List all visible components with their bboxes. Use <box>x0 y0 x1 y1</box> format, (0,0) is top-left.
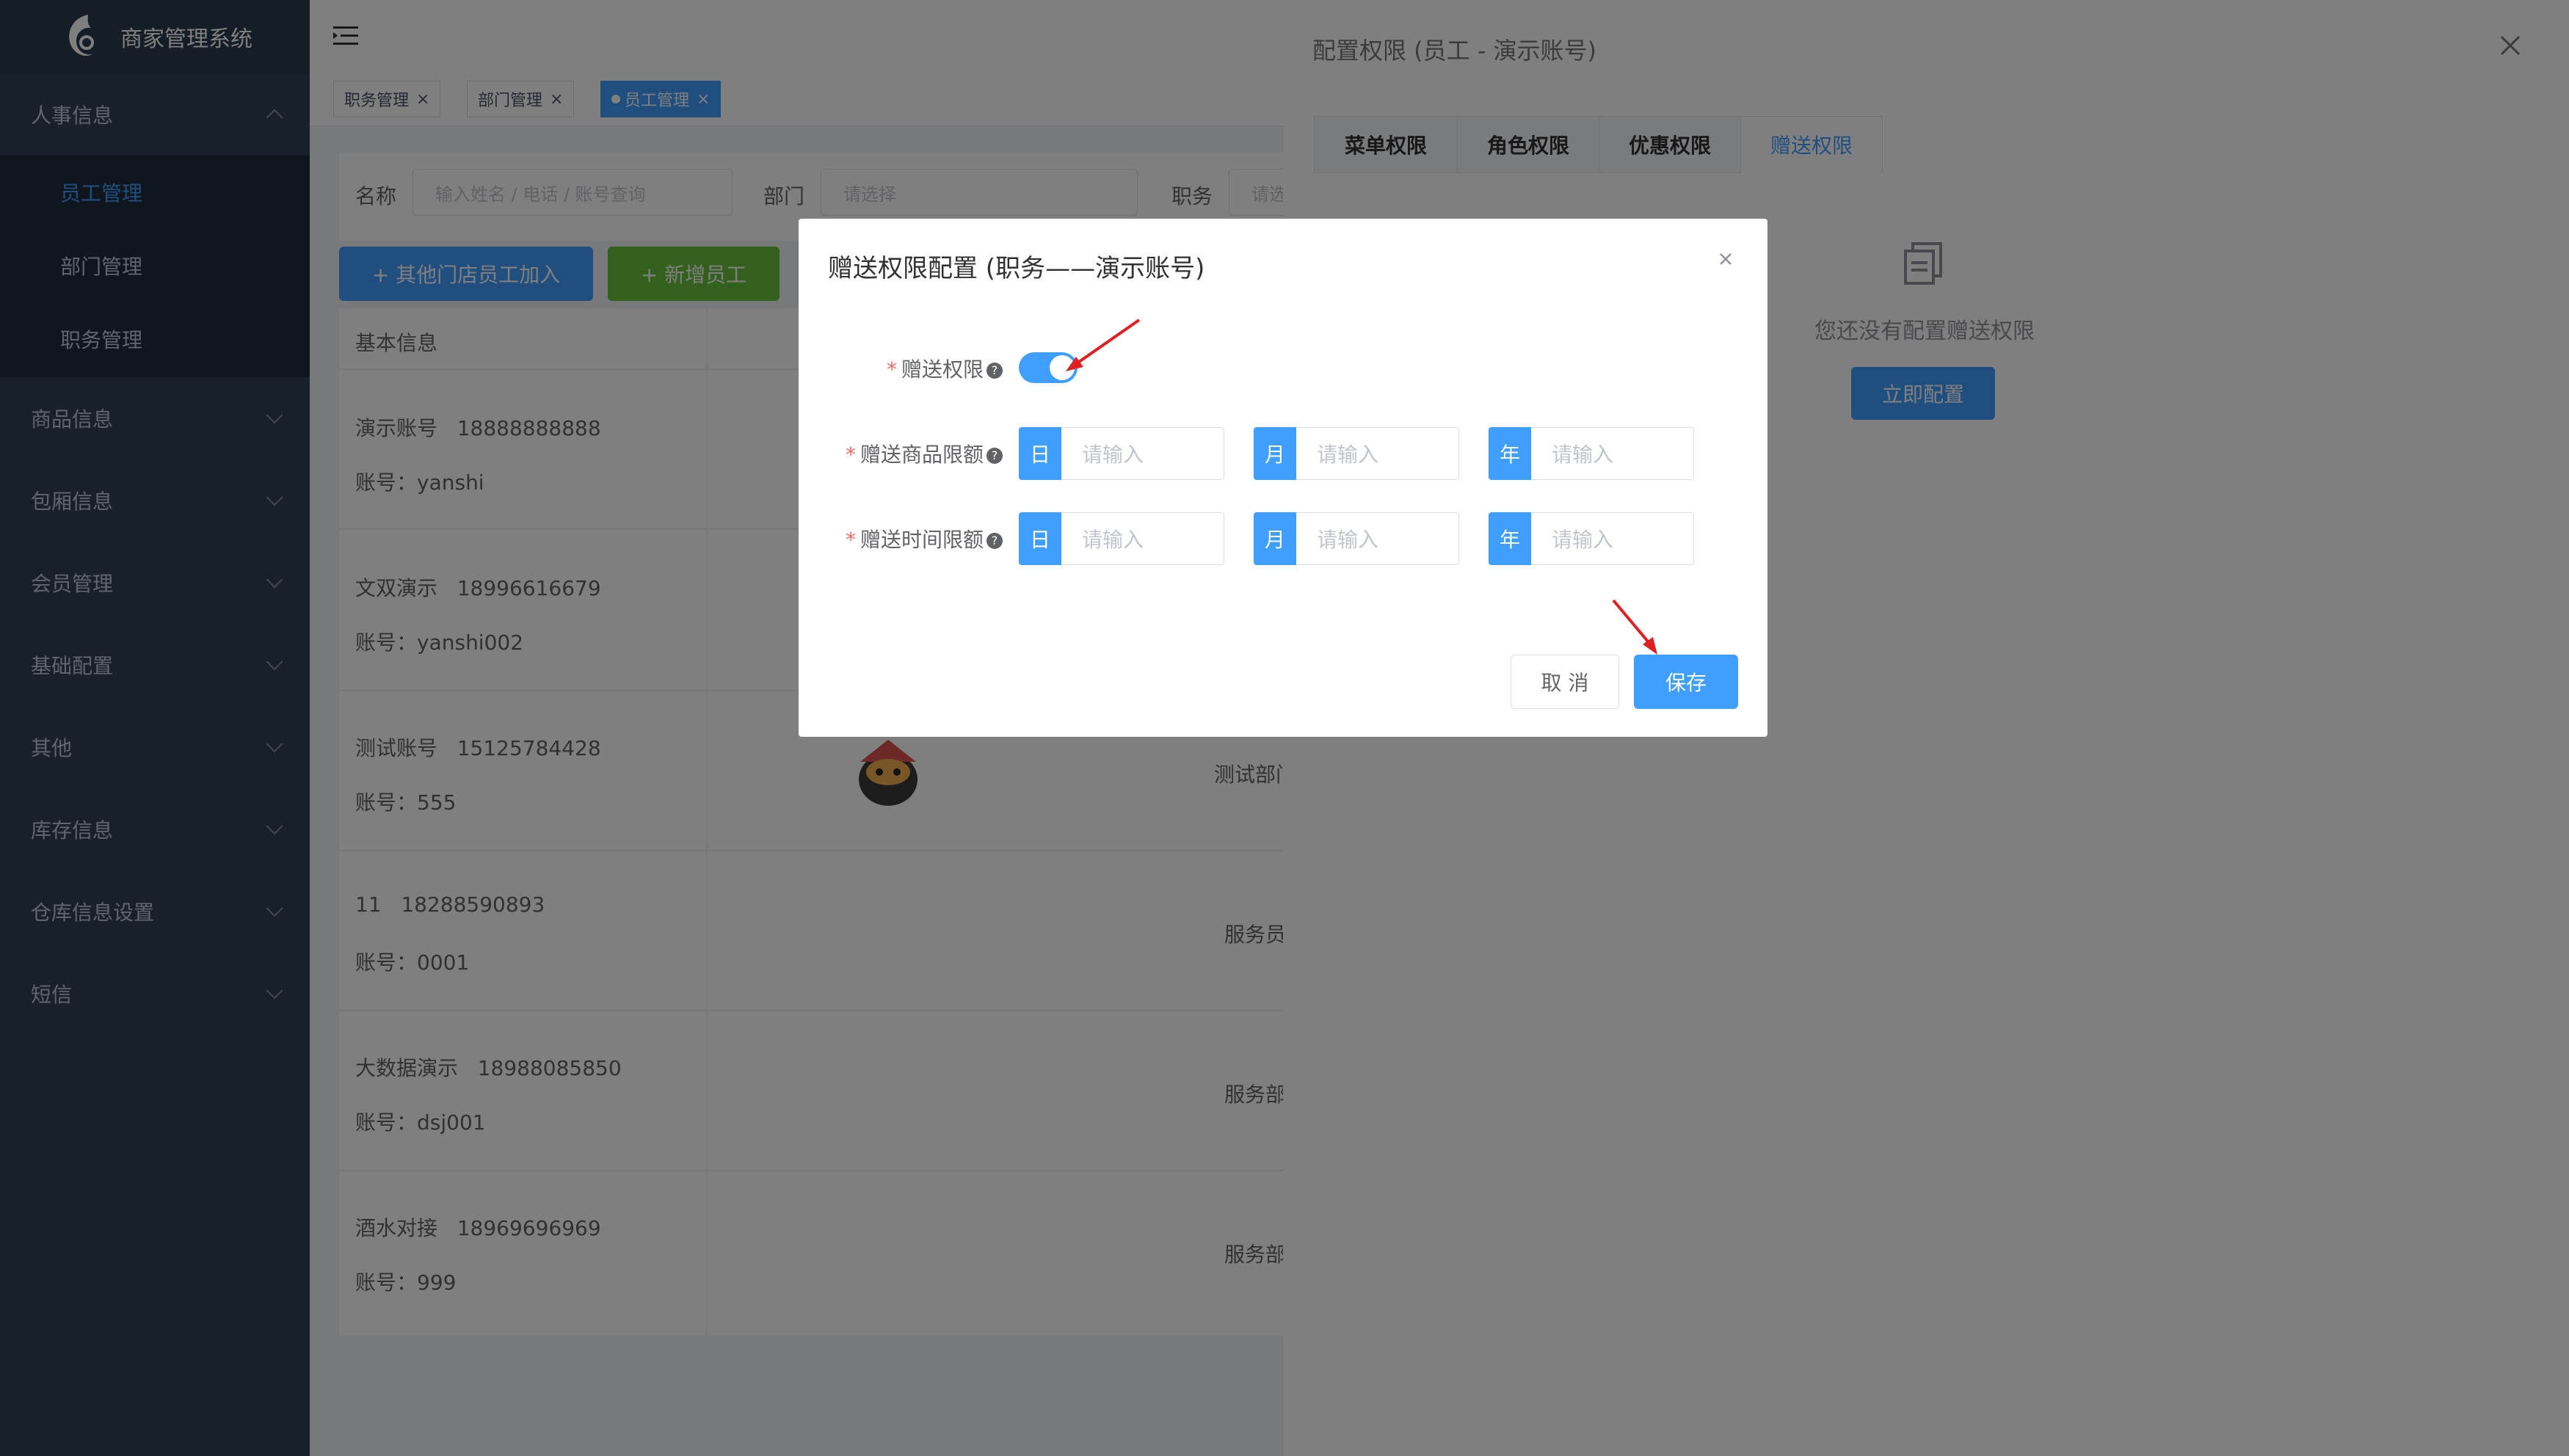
time-limit-day-input[interactable]: 请输入 <box>1061 512 1224 565</box>
annotation-arrow-icon <box>1612 599 1657 655</box>
save-button[interactable]: 保存 <box>1634 655 1738 709</box>
question-icon: ? <box>986 363 1003 379</box>
time-limit-month-field[interactable]: 月 请输入 <box>1254 512 1459 565</box>
goods-limit-month-field[interactable]: 月 请输入 <box>1254 427 1459 480</box>
time-limit-month-input[interactable]: 请输入 <box>1296 512 1459 565</box>
dialog-title: 赠送权限配置 (职务——演示账号) <box>828 254 1205 283</box>
goods-limit-day-input[interactable]: 请输入 <box>1061 427 1224 480</box>
day-prefix: 日 <box>1019 427 1061 480</box>
question-icon: ? <box>986 448 1003 464</box>
day-prefix: 日 <box>1019 512 1061 565</box>
button-label: 取 消 <box>1541 671 1589 695</box>
month-prefix: 月 <box>1254 427 1296 480</box>
goods-limit-label: * 赠送商品限额? <box>826 439 1003 468</box>
goods-limit-year-input[interactable]: 请输入 <box>1531 427 1694 480</box>
annotation-arrow-icon <box>1066 318 1141 371</box>
year-prefix: 年 <box>1489 512 1531 565</box>
time-limit-year-input[interactable]: 请输入 <box>1531 512 1694 565</box>
cancel-button[interactable]: 取 消 <box>1511 655 1619 709</box>
time-limit-label: * 赠送时间限额? <box>826 524 1003 553</box>
goods-limit-month-input[interactable]: 请输入 <box>1296 427 1459 480</box>
month-prefix: 月 <box>1254 512 1296 565</box>
time-limit-day-field[interactable]: 日 请输入 <box>1019 512 1224 565</box>
gift-permission-label: * 赠送权限? <box>866 354 1003 383</box>
close-icon[interactable] <box>1715 248 1737 270</box>
goods-limit-year-field[interactable]: 年 请输入 <box>1489 427 1694 480</box>
goods-limit-day-field[interactable]: 日 请输入 <box>1019 427 1224 480</box>
question-icon: ? <box>986 533 1003 549</box>
year-prefix: 年 <box>1489 427 1531 480</box>
time-limit-year-field[interactable]: 年 请输入 <box>1489 512 1694 565</box>
button-label: 保存 <box>1665 671 1707 695</box>
